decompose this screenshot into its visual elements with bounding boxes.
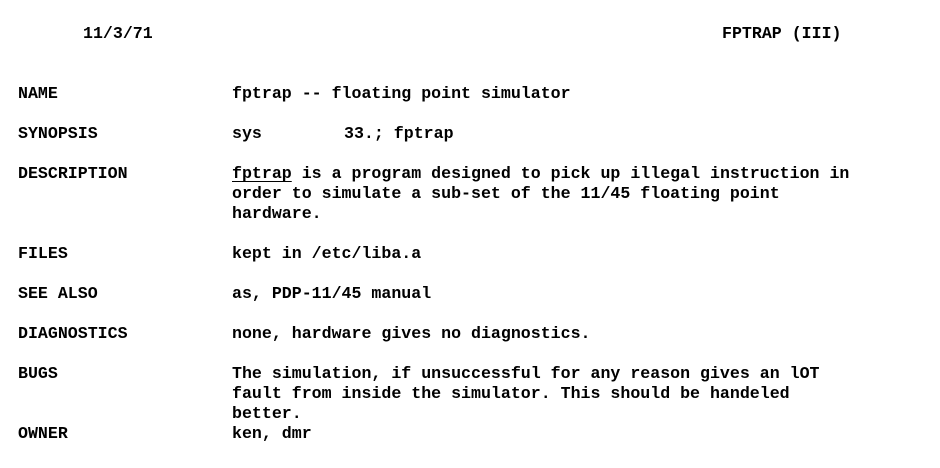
see-also-text: as, PDP-11/45 manual — [232, 284, 432, 303]
description-line-2: order to simulate a sub-set of the 11/45… — [232, 184, 780, 203]
bugs-line-2: fault from inside the simulator. This sh… — [232, 384, 790, 403]
synopsis-arguments: 33.; fptrap — [344, 124, 454, 143]
files-text: kept in /etc/liba.a — [232, 244, 422, 263]
description-line-1: fptrap is a program designed to pick up … — [232, 164, 849, 184]
section-label-name: NAME — [18, 84, 58, 103]
header-date: 11/3/71 — [83, 24, 153, 43]
owner-text: ken, dmr — [232, 424, 312, 443]
section-label-see-also: SEE ALSO — [18, 284, 98, 303]
diagnostics-text: none, hardware gives no diagnostics. — [232, 324, 591, 343]
description-line-3: hardware. — [232, 204, 322, 223]
description-term: fptrap — [232, 164, 292, 183]
description-line-1-rest: is a program designed to pick up illegal… — [291, 164, 850, 183]
synopsis-command: sys — [232, 124, 262, 143]
section-label-bugs: BUGS — [18, 364, 58, 383]
name-text: fptrap -- floating point simulator — [232, 84, 571, 103]
section-label-owner: OWNER — [18, 424, 68, 443]
bugs-line-1: The simulation, if unsuccessful for any … — [232, 364, 820, 383]
section-label-diagnostics: DIAGNOSTICS — [18, 324, 128, 343]
bugs-line-3: better. — [232, 404, 302, 423]
section-label-synopsis: SYNOPSIS — [18, 124, 98, 143]
header-page-id: FPTRAP (III) — [722, 24, 842, 43]
section-label-files: FILES — [18, 244, 68, 263]
section-label-description: DESCRIPTION — [18, 164, 128, 183]
